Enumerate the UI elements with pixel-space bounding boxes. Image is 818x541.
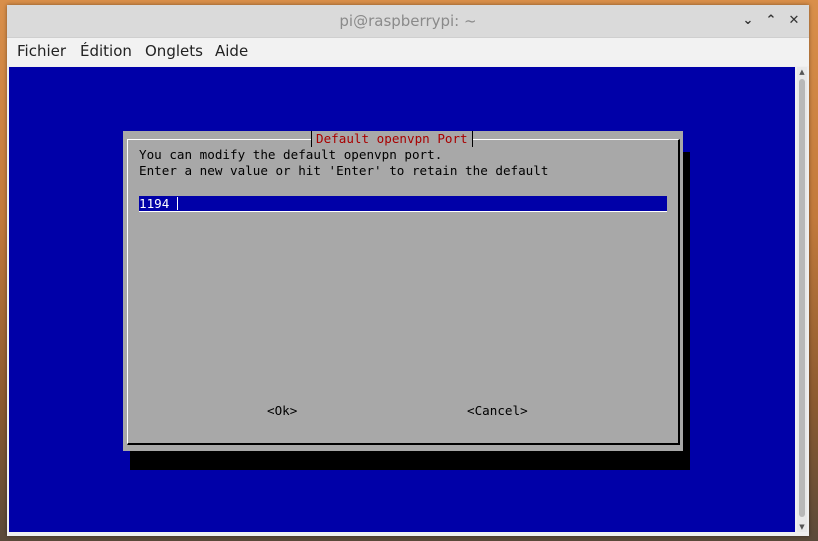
scroll-up-arrow-icon[interactable]: ▲ — [797, 67, 807, 77]
menu-edition[interactable]: Édition — [80, 42, 132, 60]
scroll-down-arrow-icon[interactable]: ▼ — [797, 522, 807, 532]
ok-button[interactable]: <Ok> — [267, 403, 297, 419]
port-dialog: Default openvpn Port You can modify the … — [123, 131, 683, 451]
dialog-message-line-2: Enter a new value or hit 'Enter' to reta… — [139, 163, 549, 178]
cancel-button[interactable]: <Cancel> — [467, 403, 528, 419]
dialog-frame — [127, 139, 680, 445]
terminal-window: pi@raspberrypi: ~ ⌄ ⌃ ✕ Fichier Édition … — [7, 5, 809, 536]
window-title: pi@raspberrypi: ~ — [339, 12, 477, 30]
menu-bar: Fichier Édition Onglets Aide — [7, 38, 809, 66]
terminal-area[interactable]: Default openvpn Port You can modify the … — [9, 67, 795, 532]
port-input[interactable]: 1194 — [139, 196, 667, 212]
close-button[interactable]: ✕ — [786, 12, 802, 28]
menu-onglets[interactable]: Onglets — [145, 42, 203, 60]
menu-fichier[interactable]: Fichier — [17, 42, 66, 60]
vertical-scrollbar[interactable]: ▲ ▼ — [797, 67, 807, 532]
dialog-title: Default openvpn Port — [311, 131, 473, 147]
text-cursor — [177, 197, 178, 210]
port-input-value: 1194 — [139, 196, 170, 211]
title-bar[interactable]: pi@raspberrypi: ~ ⌄ ⌃ ✕ — [7, 5, 809, 38]
minimize-button[interactable]: ⌄ — [740, 12, 756, 28]
maximize-button[interactable]: ⌃ — [763, 12, 779, 28]
scrollbar-thumb[interactable] — [799, 79, 805, 517]
dialog-message-line-1: You can modify the default openvpn port. — [139, 147, 443, 162]
menu-aide[interactable]: Aide — [215, 42, 248, 60]
